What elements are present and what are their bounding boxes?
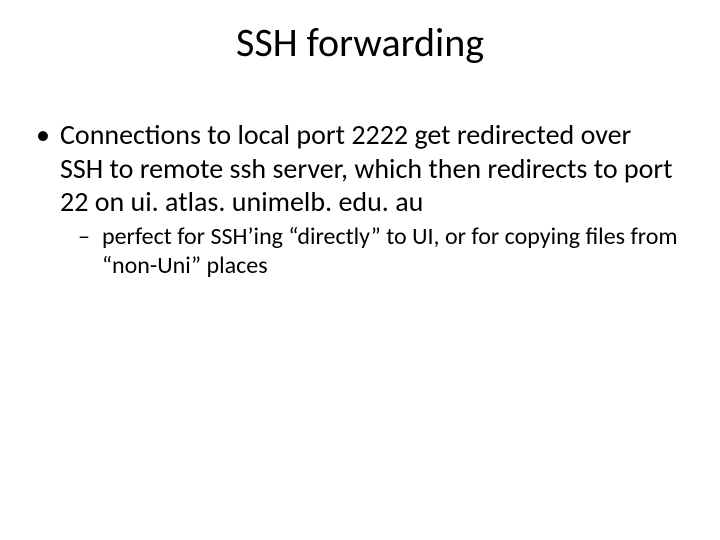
sub-bullet-list: perfect for SSH’ing “directly” to UI, or… bbox=[60, 223, 680, 281]
sub-bullet-text: perfect for SSH’ing “directly” to UI, or… bbox=[102, 222, 678, 280]
bullet-item: Connections to local port 2222 get redir… bbox=[30, 118, 680, 280]
slide-body: Connections to local port 2222 get redir… bbox=[30, 118, 680, 286]
slide-title: SSH forwarding bbox=[0, 18, 720, 67]
bullet-list: Connections to local port 2222 get redir… bbox=[30, 118, 680, 280]
slide: SSH forwarding Connections to local port… bbox=[0, 0, 720, 540]
bullet-text: Connections to local port 2222 get redir… bbox=[60, 117, 673, 219]
sub-bullet-item: perfect for SSH’ing “directly” to UI, or… bbox=[74, 223, 680, 281]
